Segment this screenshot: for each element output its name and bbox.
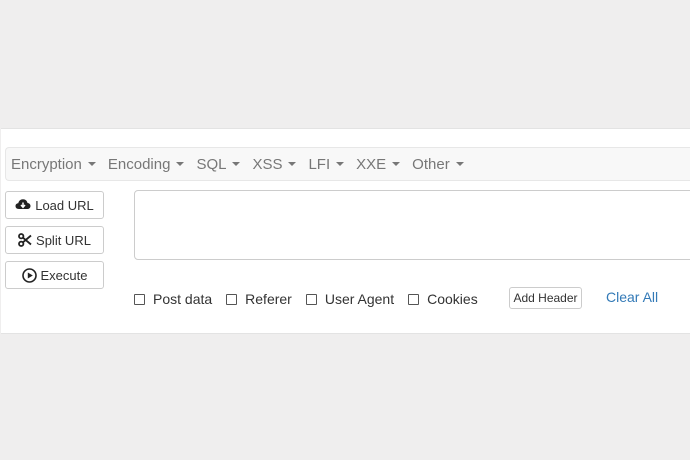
split-url-button[interactable]: Split URL <box>5 226 104 254</box>
cloud-download-icon <box>15 199 31 209</box>
cookies-option[interactable]: Cookies <box>408 291 478 307</box>
caret-down-icon <box>87 162 96 166</box>
menu-sql[interactable]: SQL <box>191 156 247 173</box>
execute-label: Execute <box>40 267 88 283</box>
menu-other[interactable]: Other <box>407 156 471 173</box>
url-textarea[interactable] <box>134 190 690 260</box>
menu-other-label: Other <box>412 155 450 173</box>
menu-encryption-label: Encryption <box>11 155 82 173</box>
referer-label: Referer <box>245 291 292 307</box>
menu-encryption[interactable]: Encryption <box>6 156 103 173</box>
referer-option[interactable]: Referer <box>226 291 292 307</box>
clear-all-link[interactable]: Clear All <box>606 289 658 305</box>
post-data-option[interactable]: Post data <box>134 291 212 307</box>
menu-sql-label: SQL <box>196 155 227 173</box>
menu-lfi[interactable]: LFI <box>303 156 351 173</box>
cookies-checkbox[interactable] <box>408 293 420 305</box>
load-url-label: Load URL <box>35 197 94 213</box>
load-url-button[interactable]: Load URL <box>5 191 104 219</box>
caret-down-icon <box>232 162 241 166</box>
caret-down-icon <box>392 162 401 166</box>
user-agent-option[interactable]: User Agent <box>305 291 395 307</box>
post-data-checkbox[interactable] <box>134 293 145 305</box>
post-data-label: Post data <box>153 291 213 307</box>
user-agent-checkbox[interactable] <box>305 293 317 305</box>
add-header-button[interactable]: Add Header <box>509 287 582 309</box>
referer-checkbox[interactable] <box>226 293 238 305</box>
hackbar-panel: Encryption Encoding SQL XSS LFI XXE Othe… <box>1 128 690 334</box>
caret-down-icon <box>455 162 464 166</box>
menu-xss-label: XSS <box>252 155 283 173</box>
cookies-label: Cookies <box>427 291 478 307</box>
menu-xss[interactable]: XSS <box>247 156 303 173</box>
menu-lfi-label: LFI <box>308 155 331 173</box>
play-circle-icon <box>21 267 37 283</box>
options-row: Post data Referer User Agent Cookies <box>134 289 492 309</box>
execute-button[interactable]: Execute <box>5 261 104 289</box>
caret-down-icon <box>176 162 185 166</box>
user-agent-label: User Agent <box>324 291 395 307</box>
menu-xxe[interactable]: XXE <box>351 156 407 173</box>
caret-down-icon <box>288 162 297 166</box>
menu-bar: Encryption Encoding SQL XSS LFI XXE Othe… <box>5 147 690 181</box>
menu-xxe-label: XXE <box>356 155 387 173</box>
split-url-label: Split URL <box>36 232 91 248</box>
menu-encoding[interactable]: Encoding <box>103 156 192 173</box>
scissors-icon <box>18 233 32 247</box>
menu-encoding-label: Encoding <box>107 155 171 173</box>
caret-down-icon <box>336 162 345 166</box>
